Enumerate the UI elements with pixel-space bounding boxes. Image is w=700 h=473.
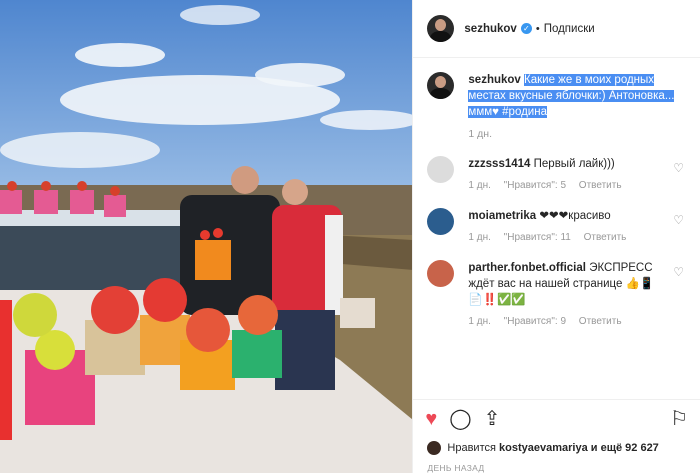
- comment-item: zzzsss1414 Первый лайк))) 1 дн. "Нравитс…: [427, 156, 686, 194]
- comment-like-heart-icon[interactable]: ♡: [673, 265, 684, 279]
- post-sidebar: sezhukov ✓ • Подписки sezhukov Какие же …: [412, 0, 700, 473]
- photo-illustration: [0, 0, 413, 473]
- comment-avatar[interactable]: [427, 208, 455, 235]
- author-avatar[interactable]: [427, 15, 455, 42]
- post-actions: ♥ ◯ ⇪ ⚐: [413, 399, 700, 437]
- comment-text: Первый лайк))): [533, 158, 615, 170]
- post-header: sezhukov ✓ • Подписки: [413, 0, 700, 58]
- comment-likes[interactable]: "Нравится": 11: [504, 232, 571, 243]
- comment-meta: 1 дн. "Нравится": 11 Ответить: [468, 230, 658, 246]
- comment-body: zzzsss1414 Первый лайк))) 1 дн. "Нравитс…: [468, 156, 658, 194]
- comment-item: moiametrika ❤❤❤красиво 1 дн. "Нравится":…: [427, 208, 686, 246]
- separator-dot: •: [535, 22, 540, 35]
- comment-time[interactable]: 1 дн.: [468, 232, 490, 243]
- verified-badge-icon: ✓: [520, 23, 532, 34]
- comments-section: sezhukov Какие же в моих родных местах в…: [413, 58, 700, 399]
- reply-button[interactable]: Ответить: [579, 316, 622, 327]
- comment-avatar[interactable]: [427, 156, 455, 183]
- comment-body: parther.fonbet.official ЭКСПРЕСС ждёт ва…: [468, 260, 658, 330]
- comment-body: moiametrika ❤❤❤красиво 1 дн. "Нравится":…: [468, 208, 658, 246]
- comment-like-heart-icon[interactable]: ♡: [673, 213, 684, 227]
- comment-time[interactable]: 1 дн.: [468, 316, 490, 327]
- comment-time[interactable]: 1 дн.: [468, 180, 490, 191]
- comment-likes[interactable]: "Нравится": 5: [504, 180, 566, 191]
- caption-body: sezhukov Какие же в моих родных местах в…: [468, 72, 686, 142]
- comment-meta: 1 дн. "Нравится": 9 Ответить: [468, 314, 658, 330]
- reply-button[interactable]: Ответить: [579, 180, 622, 191]
- likes-count[interactable]: и ещё 92 627: [591, 442, 659, 454]
- comment-username[interactable]: zzzsss1414: [468, 158, 530, 170]
- liker-username[interactable]: kostyaevamariya: [499, 442, 588, 454]
- post-photo[interactable]: [0, 0, 413, 473]
- post-caption: sezhukov Какие же в моих родных местах в…: [427, 72, 686, 142]
- likes-prefix: Нравится: [447, 442, 496, 454]
- caption-username[interactable]: sezhukov: [468, 74, 520, 86]
- bookmark-icon[interactable]: ⚐: [670, 409, 688, 429]
- post-timestamp[interactable]: ДЕНЬ НАЗАД: [413, 459, 700, 473]
- share-icon[interactable]: ⇪: [484, 409, 501, 429]
- caption-time[interactable]: 1 дн.: [468, 126, 686, 142]
- liker-avatar[interactable]: [427, 441, 442, 455]
- author-username[interactable]: sezhukov: [464, 23, 516, 35]
- likes-summary: Нравится kostyaevamariya и ещё 92 627: [413, 437, 700, 459]
- comment-meta: 1 дн. "Нравится": 5 Ответить: [468, 178, 658, 194]
- comment-like-heart-icon[interactable]: ♡: [673, 161, 684, 175]
- comment-username[interactable]: parther.fonbet.official: [468, 262, 586, 274]
- comment-username[interactable]: moiametrika: [468, 210, 536, 222]
- caption-avatar[interactable]: [427, 72, 455, 99]
- like-heart-icon[interactable]: ♥: [425, 409, 437, 429]
- comment-likes[interactable]: "Нравится": 9: [504, 316, 566, 327]
- comment-text: ❤❤❤красиво: [539, 210, 611, 222]
- comment-item: parther.fonbet.official ЭКСПРЕСС ждёт ва…: [427, 260, 686, 330]
- comment-avatar[interactable]: [427, 260, 455, 287]
- following-button[interactable]: Подписки: [544, 23, 595, 35]
- comment-bubble-icon[interactable]: ◯: [449, 409, 471, 429]
- reply-button[interactable]: Ответить: [584, 232, 627, 243]
- instagram-post: sezhukov ✓ • Подписки sezhukov Какие же …: [0, 0, 700, 473]
